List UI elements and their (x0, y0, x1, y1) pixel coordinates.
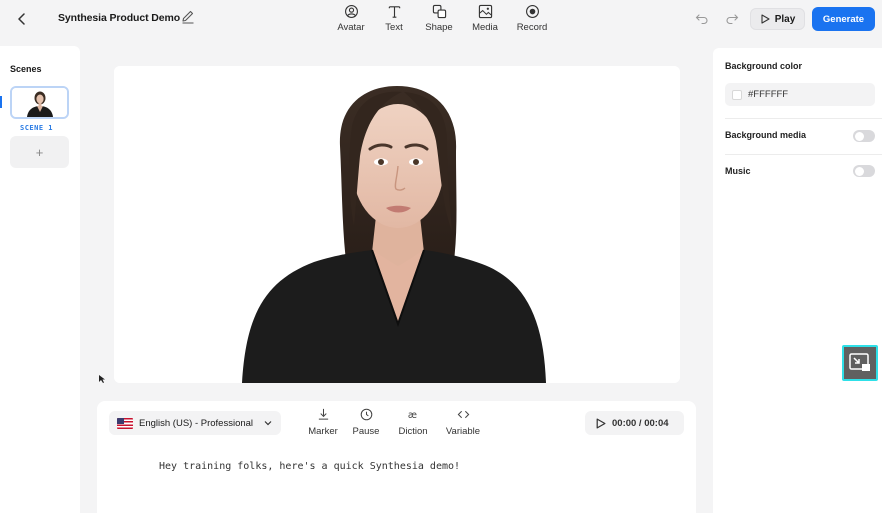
clock-icon (360, 408, 372, 421)
background-color-field[interactable]: #FFFFFF (725, 83, 875, 106)
tool-avatar[interactable]: Avatar (331, 4, 371, 33)
avatar-thumbnail-image (12, 88, 67, 117)
play-icon (761, 14, 770, 24)
us-flag-icon (117, 417, 133, 429)
divider (725, 118, 882, 119)
tool-label: Avatar (337, 22, 365, 33)
picture-in-picture-button[interactable] (842, 345, 878, 381)
shape-icon (432, 4, 446, 19)
divider (725, 154, 882, 155)
play-label: Play (774, 13, 796, 25)
play-icon (596, 417, 606, 429)
diction-label: Diction (398, 426, 428, 437)
background-media-toggle[interactable] (853, 130, 875, 142)
tool-shape[interactable]: Shape (417, 4, 461, 33)
tool-record[interactable]: Record (509, 4, 555, 33)
scene-canvas[interactable] (114, 66, 680, 383)
timer-text: 00:00 / 00:04 (612, 417, 669, 429)
language-label: English (US) - Professional (139, 417, 254, 429)
chevron-down-icon (264, 421, 272, 426)
top-bar: Synthesia Product Demo Avatar Text Shape… (0, 0, 882, 40)
tool-media[interactable]: Media (461, 4, 509, 33)
play-button[interactable]: Play (750, 8, 805, 30)
script-text-input[interactable]: Hey training folks, here's a quick Synth… (159, 461, 460, 472)
script-toolbar: Marker Pause æ Diction Variable (305, 408, 491, 437)
project-title[interactable]: Synthesia Product Demo (58, 12, 180, 24)
marker-icon (318, 408, 328, 420)
language-dropdown[interactable]: English (US) - Professional (109, 411, 281, 435)
tool-label: Media (472, 22, 498, 33)
scenes-panel: Scenes SCENE 1 + (0, 46, 80, 513)
active-scene-indicator (0, 96, 2, 108)
avatar-image[interactable] (114, 66, 680, 383)
media-icon (478, 4, 492, 19)
avatar-icon (344, 5, 358, 18)
add-scene-button[interactable]: + (10, 136, 69, 168)
code-brackets-icon (457, 410, 469, 419)
preview-timer-button[interactable]: 00:00 / 00:04 (585, 411, 684, 435)
insert-toolbar: Avatar Text Shape Media Record (331, 4, 555, 33)
generate-button[interactable]: Generate (812, 7, 875, 31)
script-panel: English (US) - Professional Marker Pause… (97, 401, 696, 513)
pause-label: Pause (352, 426, 380, 437)
text-icon (388, 6, 400, 18)
diction-button[interactable]: æ Diction (391, 408, 435, 437)
scene-thumbnail[interactable] (10, 86, 69, 119)
color-value: #FFFFFF (748, 89, 789, 100)
scene-label: SCENE 1 (20, 124, 54, 132)
svg-text:æ: æ (407, 410, 416, 421)
color-swatch (732, 89, 742, 100)
redo-icon[interactable] (725, 11, 739, 25)
marker-button[interactable]: Marker (305, 408, 341, 437)
music-toggle[interactable] (853, 165, 875, 177)
pip-icon (849, 353, 870, 371)
background-media-label: Background media (725, 130, 807, 140)
diction-icon: æ (407, 410, 416, 421)
back-arrow-icon[interactable] (12, 9, 32, 29)
tool-label: Record (516, 22, 548, 33)
music-label: Music (725, 166, 751, 176)
tool-label: Text (385, 22, 403, 33)
marker-label: Marker (308, 426, 338, 437)
tool-label: Shape (425, 22, 453, 33)
variable-label: Variable (445, 426, 481, 437)
record-icon (525, 5, 539, 18)
pencil-icon[interactable] (181, 10, 195, 24)
undo-icon[interactable] (695, 11, 709, 25)
background-color-label: Background color (725, 61, 803, 71)
scenes-title: Scenes (10, 64, 42, 74)
variable-button[interactable]: Variable (435, 408, 491, 437)
mouse-cursor-icon (98, 371, 106, 383)
properties-panel: Background color #FFFFFF Background medi… (713, 48, 882, 513)
tool-text[interactable]: Text (371, 4, 417, 33)
pause-button[interactable]: Pause (341, 408, 391, 437)
